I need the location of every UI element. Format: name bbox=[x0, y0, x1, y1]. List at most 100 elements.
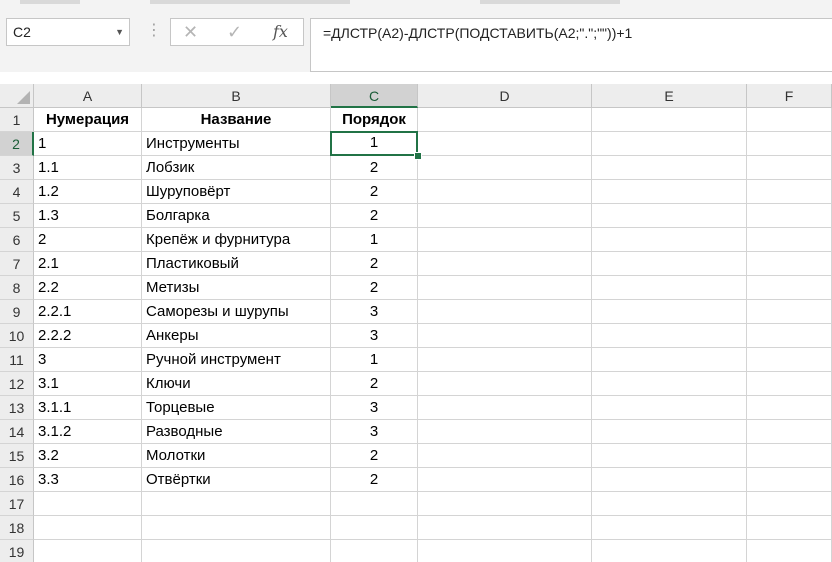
cell-d4[interactable] bbox=[418, 180, 592, 204]
cell-c15[interactable]: 2 bbox=[331, 444, 418, 468]
cell-b10[interactable]: Анкеры bbox=[142, 324, 331, 348]
row-header-14[interactable]: 14 bbox=[0, 420, 34, 444]
cell-f7[interactable] bbox=[747, 252, 832, 276]
row-header-13[interactable]: 13 bbox=[0, 396, 34, 420]
column-header-f[interactable]: F bbox=[747, 84, 832, 108]
cell-f4[interactable] bbox=[747, 180, 832, 204]
cell-b3[interactable]: Лобзик bbox=[142, 156, 331, 180]
cell-a1[interactable]: Нумерация bbox=[34, 108, 142, 132]
row-header-15[interactable]: 15 bbox=[0, 444, 34, 468]
cell-f15[interactable] bbox=[747, 444, 832, 468]
cell-a7[interactable]: 2.1 bbox=[34, 252, 142, 276]
cell-f6[interactable] bbox=[747, 228, 832, 252]
cell-d14[interactable] bbox=[418, 420, 592, 444]
cell-a13[interactable]: 3.1.1 bbox=[34, 396, 142, 420]
cell-f3[interactable] bbox=[747, 156, 832, 180]
cell-a10[interactable]: 2.2.2 bbox=[34, 324, 142, 348]
cell-e6[interactable] bbox=[592, 228, 747, 252]
cell-f9[interactable] bbox=[747, 300, 832, 324]
close-icon[interactable]: ✕ bbox=[183, 19, 198, 45]
cell-c8[interactable]: 2 bbox=[331, 276, 418, 300]
cell-b14[interactable]: Разводные bbox=[142, 420, 331, 444]
cell-a17[interactable] bbox=[34, 492, 142, 516]
cell-b13[interactable]: Торцевые bbox=[142, 396, 331, 420]
cell-e7[interactable] bbox=[592, 252, 747, 276]
cell-c11[interactable]: 1 bbox=[331, 348, 418, 372]
cell-e3[interactable] bbox=[592, 156, 747, 180]
cell-d8[interactable] bbox=[418, 276, 592, 300]
name-box[interactable]: C2 ▼ bbox=[6, 18, 130, 46]
row-header-8[interactable]: 8 bbox=[0, 276, 34, 300]
row-header-18[interactable]: 18 bbox=[0, 516, 34, 540]
cell-e13[interactable] bbox=[592, 396, 747, 420]
cell-d16[interactable] bbox=[418, 468, 592, 492]
cell-d7[interactable] bbox=[418, 252, 592, 276]
cell-f14[interactable] bbox=[747, 420, 832, 444]
cell-b18[interactable] bbox=[142, 516, 331, 540]
row-header-17[interactable]: 17 bbox=[0, 492, 34, 516]
row-header-2[interactable]: 2 bbox=[0, 132, 34, 156]
cell-c10[interactable]: 3 bbox=[331, 324, 418, 348]
cell-c4[interactable]: 2 bbox=[331, 180, 418, 204]
cell-b1[interactable]: Название bbox=[142, 108, 331, 132]
cell-c17[interactable] bbox=[331, 492, 418, 516]
cell-d11[interactable] bbox=[418, 348, 592, 372]
cell-b8[interactable]: Метизы bbox=[142, 276, 331, 300]
cell-a16[interactable]: 3.3 bbox=[34, 468, 142, 492]
cell-a12[interactable]: 3.1 bbox=[34, 372, 142, 396]
cell-c19[interactable] bbox=[331, 540, 418, 562]
cell-c14[interactable]: 3 bbox=[331, 420, 418, 444]
drag-handle-icon[interactable]: ⋮ bbox=[146, 18, 162, 46]
cell-b15[interactable]: Молотки bbox=[142, 444, 331, 468]
cell-b11[interactable]: Ручной инструмент bbox=[142, 348, 331, 372]
cell-c3[interactable]: 2 bbox=[331, 156, 418, 180]
row-header-3[interactable]: 3 bbox=[0, 156, 34, 180]
cell-d12[interactable] bbox=[418, 372, 592, 396]
cell-f11[interactable] bbox=[747, 348, 832, 372]
cell-e16[interactable] bbox=[592, 468, 747, 492]
cell-f5[interactable] bbox=[747, 204, 832, 228]
cell-f18[interactable] bbox=[747, 516, 832, 540]
cell-d13[interactable] bbox=[418, 396, 592, 420]
cell-f19[interactable] bbox=[747, 540, 832, 562]
cell-e19[interactable] bbox=[592, 540, 747, 562]
cell-e12[interactable] bbox=[592, 372, 747, 396]
row-header-6[interactable]: 6 bbox=[0, 228, 34, 252]
cell-b19[interactable] bbox=[142, 540, 331, 562]
cell-e2[interactable] bbox=[592, 132, 747, 156]
cell-b6[interactable]: Крепёж и фурнитура bbox=[142, 228, 331, 252]
cell-a15[interactable]: 3.2 bbox=[34, 444, 142, 468]
cell-b4[interactable]: Шуруповёрт bbox=[142, 180, 331, 204]
cell-f16[interactable] bbox=[747, 468, 832, 492]
row-header-9[interactable]: 9 bbox=[0, 300, 34, 324]
cell-c1[interactable]: Порядок bbox=[331, 108, 418, 132]
cell-c6[interactable]: 1 bbox=[331, 228, 418, 252]
cell-e18[interactable] bbox=[592, 516, 747, 540]
cell-a6[interactable]: 2 bbox=[34, 228, 142, 252]
cell-c18[interactable] bbox=[331, 516, 418, 540]
cell-f10[interactable] bbox=[747, 324, 832, 348]
column-header-c[interactable]: C bbox=[331, 84, 418, 108]
cell-d19[interactable] bbox=[418, 540, 592, 562]
cell-e14[interactable] bbox=[592, 420, 747, 444]
chevron-down-icon[interactable]: ▼ bbox=[115, 19, 124, 45]
cell-e4[interactable] bbox=[592, 180, 747, 204]
insert-function-icon[interactable]: fx bbox=[273, 19, 288, 45]
cell-a8[interactable]: 2.2 bbox=[34, 276, 142, 300]
cell-f17[interactable] bbox=[747, 492, 832, 516]
cell-a2[interactable]: 1 bbox=[34, 132, 142, 156]
row-header-10[interactable]: 10 bbox=[0, 324, 34, 348]
column-header-b[interactable]: B bbox=[142, 84, 331, 108]
formula-input[interactable]: =ДЛСТР(A2)-ДЛСТР(ПОДСТАВИТЬ(A2;".";""))+… bbox=[310, 18, 832, 72]
cell-a11[interactable]: 3 bbox=[34, 348, 142, 372]
cell-d10[interactable] bbox=[418, 324, 592, 348]
cell-c16[interactable]: 2 bbox=[331, 468, 418, 492]
cell-d9[interactable] bbox=[418, 300, 592, 324]
cell-c2[interactable]: 1 bbox=[330, 131, 418, 156]
row-header-1[interactable]: 1 bbox=[0, 108, 34, 132]
cell-e11[interactable] bbox=[592, 348, 747, 372]
cell-c12[interactable]: 2 bbox=[331, 372, 418, 396]
cell-f12[interactable] bbox=[747, 372, 832, 396]
cell-c7[interactable]: 2 bbox=[331, 252, 418, 276]
cell-b12[interactable]: Ключи bbox=[142, 372, 331, 396]
